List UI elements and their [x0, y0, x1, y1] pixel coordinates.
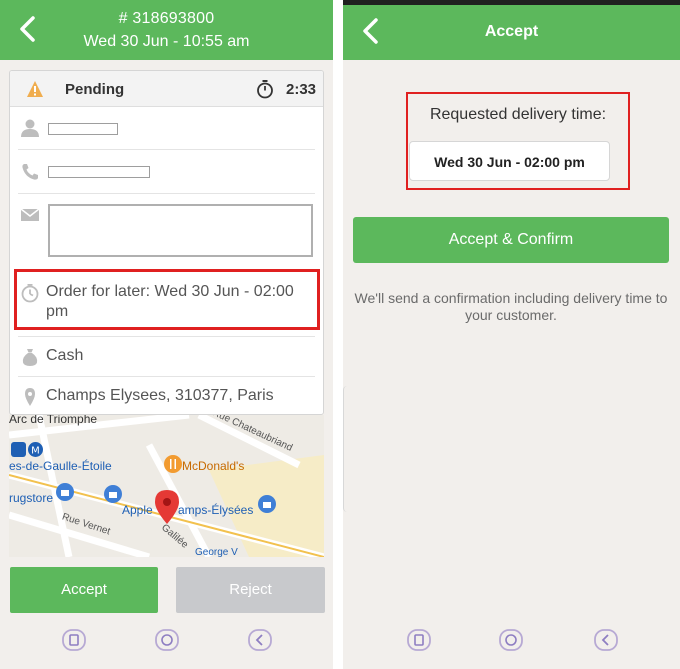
metro-icon: M — [11, 442, 43, 457]
status-label: Pending — [65, 81, 125, 98]
order-detail-screen: # 318693800 Wed 30 Jun - 10:55 am Pendin… — [0, 0, 333, 669]
timer-value: 2:33 — [286, 81, 317, 98]
order-header: # 318693800 Wed 30 Jun - 10:55 am — [0, 0, 333, 60]
map-label: Arc de Triomphe — [9, 415, 98, 426]
address-row: Champs Elysees, 310377, Paris — [18, 377, 315, 414]
order-number: # 318693800 — [118, 10, 215, 27]
shop-icon — [258, 495, 276, 513]
reject-button[interactable]: Reject — [176, 567, 325, 613]
phone-icon — [22, 164, 38, 180]
svg-text:M: M — [31, 446, 40, 457]
page-title: Accept — [484, 23, 539, 40]
message-field[interactable] — [48, 204, 313, 257]
status-bar — [343, 0, 680, 5]
screen-edge — [343, 386, 347, 512]
requested-time-value[interactable]: Wed 30 Jun - 02:00 pm — [409, 141, 610, 181]
requested-time-label: Requested delivery time: — [429, 106, 607, 123]
accept-screen: Accept Requested delivery time: Wed 30 J… — [343, 0, 680, 669]
person-icon — [21, 119, 39, 137]
phone-field — [48, 166, 150, 178]
location-pin-icon — [25, 388, 35, 406]
map-label: rugstore — [9, 491, 54, 505]
money-bag-icon — [22, 349, 38, 366]
map-label: amps-Élysées — [178, 503, 254, 517]
order-for-later-highlight — [14, 269, 320, 330]
nav-back-icon[interactable] — [248, 629, 272, 651]
confirmation-note: We'll send a confirmation including deli… — [354, 290, 668, 323]
map-label: es-de-Gaulle-Étoile — [9, 459, 112, 473]
payment-text: Cash — [46, 347, 84, 364]
message-row — [18, 194, 315, 271]
shop-icon — [104, 485, 122, 503]
nav-recent-icon[interactable] — [62, 629, 86, 651]
phone-row — [18, 150, 315, 194]
address-text: Champs Elysees, 310377, Paris — [46, 387, 274, 404]
restaurant-icon — [164, 455, 182, 473]
customer-name-field — [48, 123, 118, 135]
nav-home-icon[interactable] — [499, 629, 523, 651]
mail-icon — [20, 208, 40, 221]
nav-home-icon[interactable] — [155, 629, 179, 651]
map-label: McDonald's — [182, 459, 245, 473]
order-datetime: Wed 30 Jun - 10:55 am — [83, 33, 250, 50]
accept-button[interactable]: Accept — [10, 567, 158, 613]
order-card: Pending 2:33 Order for later: Wed 30 Jun… — [9, 70, 324, 415]
customer-name-row — [18, 107, 315, 150]
shop-icon — [56, 483, 74, 501]
accept-confirm-button[interactable]: Accept & Confirm — [353, 217, 669, 263]
screen-divider — [333, 0, 343, 669]
accept-header: Accept — [343, 0, 680, 60]
timer-icon — [257, 80, 273, 99]
map-label: George V — [195, 547, 238, 557]
status-row: Pending 2:33 — [10, 71, 323, 107]
payment-row: Cash — [18, 337, 315, 377]
warning-icon — [27, 81, 43, 97]
nav-back-icon[interactable] — [594, 629, 618, 651]
map-label: Apple — [122, 503, 153, 517]
map-pin-icon — [155, 490, 179, 524]
nav-recent-icon[interactable] — [407, 629, 431, 651]
map-view[interactable]: Arc de Triomphe es-de-Gaulle-Étoile McDo… — [9, 415, 324, 557]
